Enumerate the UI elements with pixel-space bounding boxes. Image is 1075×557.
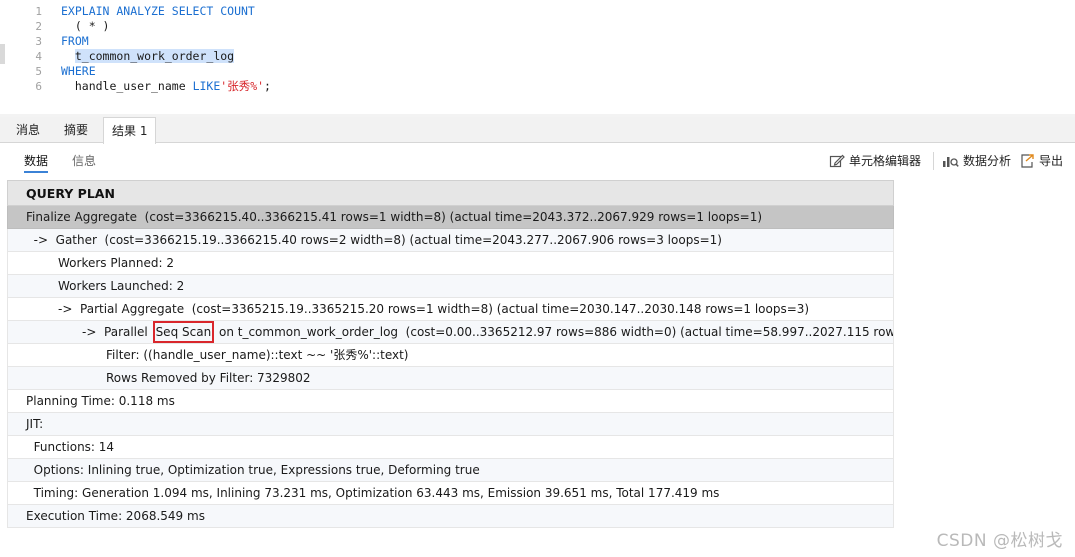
table-row[interactable]: Filter: ((handle_user_name)::text ~~ '张秀… [7, 344, 894, 367]
result-sub-toolbar: 数据 信息 单元格编辑器 数据分析 导出 [0, 144, 1075, 178]
table-cell[interactable]: Finalize Aggregate (cost=3366215.40..336… [26, 206, 762, 228]
table-row[interactable]: -> Parallel Seq Scan on t_common_work_or… [7, 321, 894, 344]
table-cell[interactable]: JIT: [26, 413, 43, 435]
table-row[interactable]: Finalize Aggregate (cost=3366215.40..336… [7, 206, 894, 229]
highlight-box-seq-scan: Seq Scan [152, 321, 215, 343]
subtab-data[interactable]: 数据 [24, 151, 49, 173]
code-text[interactable]: ( * ) [61, 19, 110, 34]
table-row[interactable]: Options: Inlining true, Optimization tru… [7, 459, 894, 482]
export-button[interactable]: 导出 [1019, 152, 1063, 170]
code-text[interactable]: WHERE [61, 64, 96, 79]
table-row[interactable]: Timing: Generation 1.094 ms, Inlining 73… [7, 482, 894, 505]
toolbar-divider [933, 152, 934, 170]
code-token: EXPLAIN ANALYZE SELECT COUNT [61, 4, 255, 18]
line-number: 5 [35, 65, 42, 78]
table-cell[interactable]: Filter: ((handle_user_name)::text ~~ '张秀… [106, 344, 408, 366]
tab-messages[interactable]: 消息 [8, 117, 48, 143]
table-cell[interactable]: Execution Time: 2068.549 ms [26, 505, 205, 527]
code-line[interactable]: 3 FROM [0, 34, 1075, 49]
table-cell[interactable]: -> Gather (cost=3366215.19..3366215.40 r… [26, 229, 722, 251]
code-text[interactable]: t_common_work_order_log [61, 49, 235, 64]
table-row[interactable]: -> Gather (cost=3366215.19..3366215.40 r… [7, 229, 894, 252]
sql-editor[interactable]: 1 EXPLAIN ANALYZE SELECT COUNT 2 ( * ) 3 FRO… [0, 0, 1075, 117]
data-analysis-label: 数据分析 [963, 154, 1012, 168]
table-row[interactable]: -> Partial Aggregate (cost=3365215.19..3… [7, 298, 894, 321]
cell-editor-button[interactable]: 单元格编辑器 [829, 152, 921, 170]
line-number: 3 [35, 35, 42, 48]
table-row[interactable]: JIT: [7, 413, 894, 436]
column-header-query-plan[interactable]: QUERY PLAN [7, 180, 894, 206]
export-icon [1019, 153, 1035, 169]
code-token: ; [264, 79, 271, 93]
table-cell[interactable]: Functions: 14 [26, 436, 114, 458]
table-cell[interactable]: Timing: Generation 1.094 ms, Inlining 73… [26, 482, 720, 504]
code-line[interactable]: 2 ( * ) [0, 19, 1075, 34]
cell-text-prefix: -> Parallel [82, 325, 152, 339]
data-analysis-button[interactable]: 数据分析 [942, 152, 1011, 170]
code-line[interactable]: 6 handle_user_name LIKE'张秀%'; [0, 79, 1075, 94]
subtab-info[interactable]: 信息 [72, 151, 96, 173]
code-line[interactable]: 1 EXPLAIN ANALYZE SELECT COUNT [0, 4, 1075, 19]
code-line[interactable]: 4 t_common_work_order_log [0, 49, 1075, 64]
watermark: CSDN @松树戈 [936, 531, 1063, 551]
tab-summary[interactable]: 摘要 [56, 117, 96, 143]
cell-text-suffix: on t_common_work_order_log (cost=0.00..3… [215, 325, 894, 339]
edit-icon [829, 153, 845, 169]
analysis-icon [942, 153, 959, 169]
code-line[interactable]: 5 WHERE [0, 64, 1075, 79]
code-token: LIKE [192, 79, 221, 93]
line-number: 2 [35, 20, 42, 33]
table-row[interactable]: Functions: 14 [7, 436, 894, 459]
table-row[interactable]: Workers Launched: 2 [7, 275, 894, 298]
table-row[interactable]: Execution Time: 2068.549 ms [7, 505, 894, 528]
table-cell[interactable]: Workers Launched: 2 [58, 275, 184, 297]
table-cell[interactable]: Options: Inlining true, Optimization tru… [26, 459, 480, 481]
code-text[interactable]: EXPLAIN ANALYZE SELECT COUNT [61, 4, 255, 19]
code-token: ( * ) [61, 19, 110, 33]
code-token: WHERE [61, 64, 96, 78]
line-number: 1 [35, 5, 42, 18]
result-tab-bar: 消息 摘要 结果 1 [0, 117, 1075, 144]
table-row[interactable]: Workers Planned: 2 [7, 252, 894, 275]
code-token: FROM [61, 34, 89, 48]
line-number: 4 [35, 50, 42, 63]
code-token: t_common_work_order_log [74, 49, 235, 63]
table-cell[interactable]: -> Partial Aggregate (cost=3365215.19..3… [58, 298, 809, 320]
cell-editor-label: 单元格编辑器 [849, 154, 922, 168]
table-cell[interactable]: Rows Removed by Filter: 7329802 [106, 367, 311, 389]
table-row[interactable]: Planning Time: 0.118 ms [7, 390, 894, 413]
table-row[interactable]: Rows Removed by Filter: 7329802 [7, 367, 894, 390]
line-number: 6 [35, 80, 42, 93]
code-text[interactable]: handle_user_name LIKE'张秀%'; [61, 79, 271, 94]
table-cell[interactable]: -> Parallel Seq Scan on t_common_work_or… [82, 321, 894, 343]
code-text[interactable]: FROM [61, 34, 89, 49]
export-label: 导出 [1039, 154, 1064, 168]
code-token: '张秀%' [220, 79, 265, 93]
table-cell[interactable]: Planning Time: 0.118 ms [26, 390, 175, 412]
code-token: handle_user_name [61, 79, 193, 93]
tab-result-1[interactable]: 结果 1 [103, 117, 157, 144]
table-cell[interactable]: Workers Planned: 2 [58, 252, 174, 274]
